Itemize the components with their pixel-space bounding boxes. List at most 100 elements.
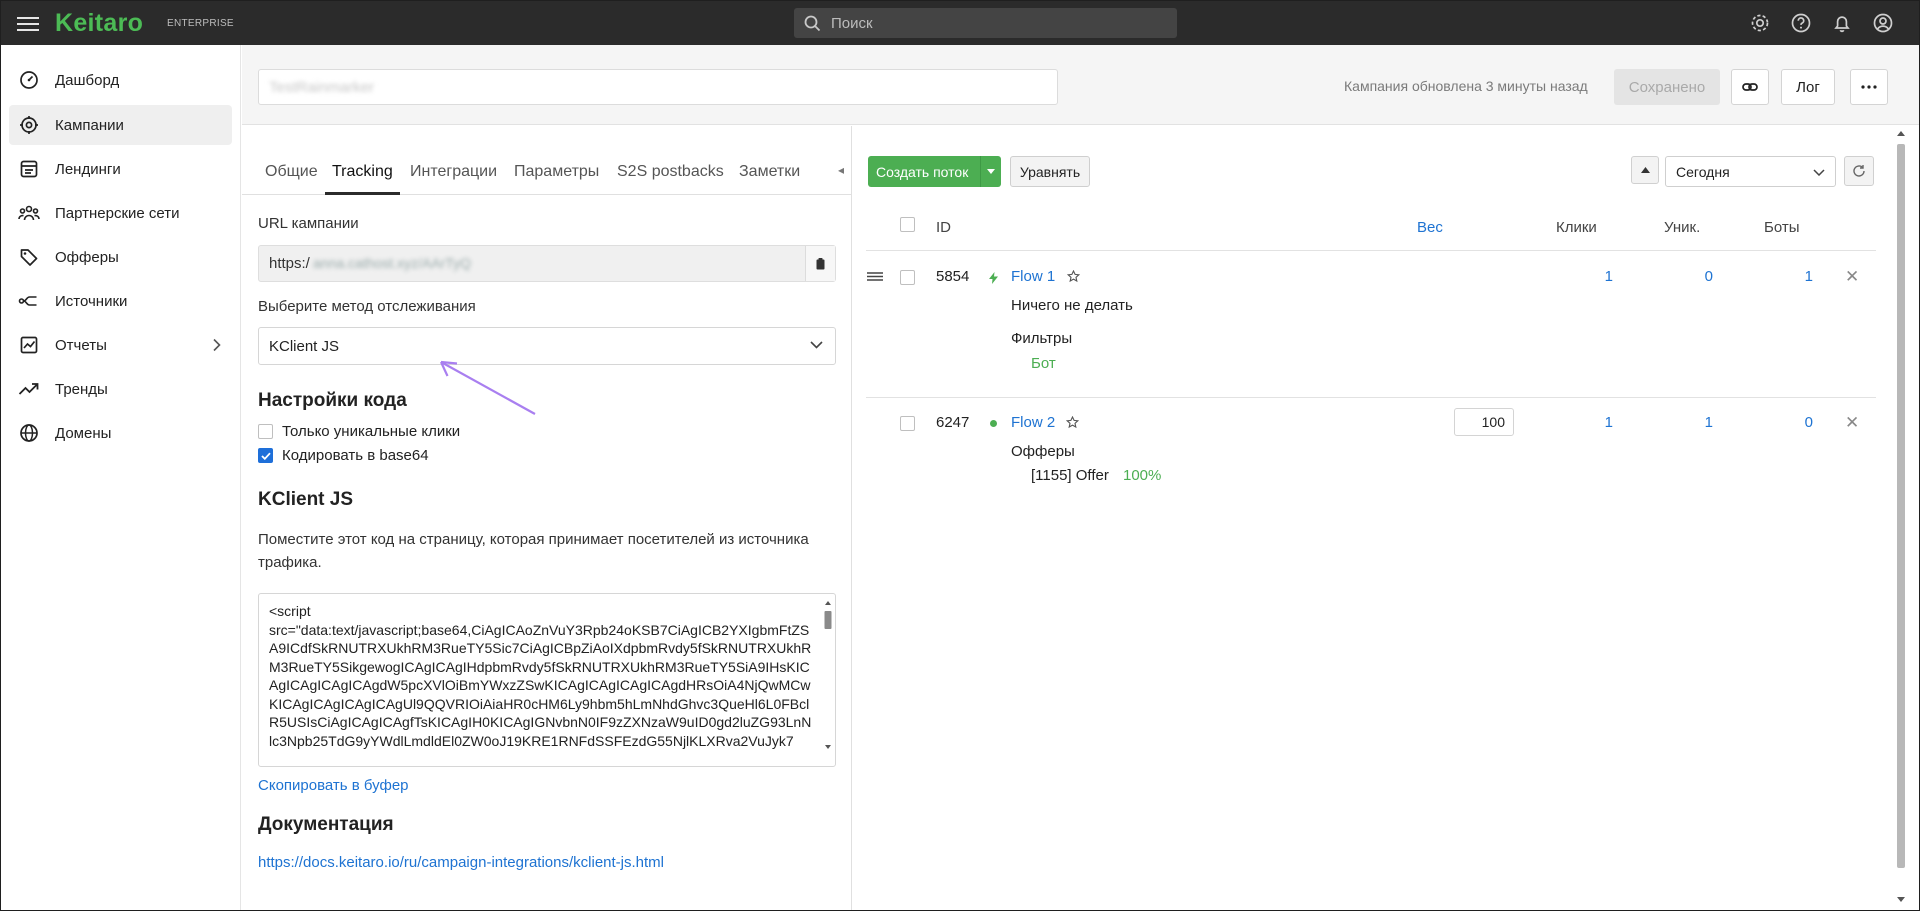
- sidebar-item-trends[interactable]: Тренды: [9, 369, 232, 409]
- menu-icon[interactable]: [17, 13, 39, 33]
- filter-item: Бот: [1031, 355, 1056, 372]
- collapse-button[interactable]: [1631, 156, 1659, 184]
- row-checkbox[interactable]: [900, 270, 915, 285]
- flow-name-link[interactable]: Flow 1: [1011, 268, 1055, 285]
- sidebar-item-label: Источники: [55, 292, 128, 310]
- link-icon: [1742, 83, 1758, 91]
- app-window: Keitaro ENTERPRISE Поиск Дашборд Кампани…: [0, 0, 1920, 911]
- partners-icon: [18, 202, 40, 224]
- date-range-select[interactable]: Сегодня: [1665, 156, 1836, 187]
- campaigns-icon: [18, 114, 40, 136]
- active-tab-indicator: [325, 192, 400, 195]
- code-textarea[interactable]: <script src="data:text/javascript;base64…: [258, 593, 836, 767]
- url-rest: anna.cathost.xyz/AArTyQ: [313, 255, 471, 271]
- create-flow-dropdown[interactable]: [980, 156, 1001, 187]
- flow-weight-input[interactable]: 100: [1454, 408, 1514, 436]
- code-scrollbar[interactable]: [823, 598, 833, 754]
- campaign-name-input[interactable]: TestRainmarker: [258, 69, 1058, 105]
- date-range-value: Сегодня: [1676, 164, 1730, 180]
- flow-bots[interactable]: 0: [1773, 414, 1813, 431]
- star-icon[interactable]: [1067, 270, 1080, 283]
- refresh-icon: [1853, 165, 1865, 177]
- kclient-description: Поместите этот код на страницу, которая …: [258, 531, 809, 571]
- tab-s2s-postbacks[interactable]: S2S postbacks: [617, 163, 724, 181]
- create-flow-button[interactable]: Создать поток: [868, 156, 1001, 187]
- sidebar-item-label: Лендинги: [55, 160, 121, 178]
- tabs-bar: Общие Tracking Интеграции Параметры S2S …: [242, 151, 852, 195]
- flow-section-title: Офферы: [1011, 443, 1075, 460]
- link-button[interactable]: [1731, 69, 1769, 105]
- brand-logo[interactable]: Keitaro: [55, 9, 143, 38]
- base64-row[interactable]: Кодировать в base64: [258, 447, 429, 464]
- search-input[interactable]: Поиск: [794, 8, 1177, 38]
- page-scrollbar[interactable]: [1894, 126, 1908, 911]
- flow-name-link[interactable]: Flow 2: [1011, 414, 1055, 431]
- settings-icon[interactable]: [1748, 11, 1772, 35]
- unique-clicks-row[interactable]: Только уникальные клики: [258, 423, 460, 440]
- saved-button[interactable]: Сохранено: [1614, 69, 1720, 105]
- sidebar-item-label: Офферы: [55, 248, 119, 266]
- search-icon: [804, 15, 821, 31]
- campaign-url-field[interactable]: https:/ anna.cathost.xyz/AArTyQ: [258, 245, 836, 282]
- tracking-method-select[interactable]: KClient JS: [258, 327, 836, 365]
- column-clicks[interactable]: Клики: [1556, 219, 1597, 236]
- sidebar-item-campaigns[interactable]: Кампании: [9, 105, 232, 145]
- column-id[interactable]: ID: [936, 219, 951, 236]
- flow-bots[interactable]: 1: [1773, 268, 1813, 285]
- column-weight[interactable]: Вес: [1417, 219, 1443, 236]
- top-bar: Keitaro ENTERPRISE Поиск: [1, 1, 1919, 45]
- tab-general[interactable]: Общие: [265, 163, 318, 181]
- tab-notes[interactable]: Заметки: [739, 163, 800, 181]
- delete-flow-icon[interactable]: ✕: [1845, 413, 1859, 433]
- campaign-header: TestRainmarker Кампания обновлена 3 мину…: [242, 45, 1919, 125]
- sidebar-item-partners[interactable]: Партнерские сети: [9, 193, 232, 233]
- sidebar-item-sources[interactable]: Источники: [9, 281, 232, 321]
- star-icon[interactable]: [1066, 416, 1079, 429]
- more-button[interactable]: [1850, 69, 1888, 105]
- column-unique[interactable]: Уник.: [1664, 219, 1700, 236]
- flow-clicks[interactable]: 1: [1573, 414, 1613, 431]
- log-button[interactable]: Лог: [1781, 69, 1835, 105]
- campaign-name-value: TestRainmarker: [269, 79, 375, 96]
- flow-section-title: Фильтры: [1011, 330, 1073, 347]
- help-icon[interactable]: [1789, 11, 1813, 35]
- tab-parameters[interactable]: Параметры: [514, 163, 599, 181]
- row-checkbox[interactable]: [900, 416, 915, 431]
- dashboard-icon: [18, 69, 40, 91]
- chevron-right-icon: [213, 338, 221, 352]
- sidebar-item-offers[interactable]: Офферы: [9, 237, 232, 277]
- caret-up-icon: [1640, 167, 1650, 173]
- sidebar-item-reports[interactable]: Отчеты: [9, 325, 232, 365]
- bell-icon[interactable]: [1830, 11, 1854, 35]
- header-divider: [866, 250, 1876, 251]
- unique-clicks-checkbox[interactable]: [258, 424, 273, 439]
- sidebar-item-label: Дашборд: [55, 71, 120, 89]
- status-dot-icon: [990, 420, 997, 427]
- bolt-icon: [989, 272, 998, 284]
- delete-flow-icon[interactable]: ✕: [1845, 267, 1859, 287]
- documentation-link[interactable]: https://docs.keitaro.io/ru/campaign-inte…: [258, 854, 664, 871]
- drag-handle-icon[interactable]: [867, 272, 883, 281]
- sidebar-item-landings[interactable]: Лендинги: [9, 149, 232, 189]
- sidebar-item-domains[interactable]: Домены: [9, 413, 232, 453]
- tab-tracking[interactable]: Tracking: [332, 163, 393, 181]
- column-bots[interactable]: Боты: [1764, 219, 1800, 236]
- user-icon[interactable]: [1871, 11, 1895, 35]
- code-settings-title: Настройки кода: [258, 390, 407, 411]
- select-all-checkbox[interactable]: [900, 217, 915, 232]
- refresh-button[interactable]: [1844, 156, 1874, 186]
- tab-integrations[interactable]: Интеграции: [410, 163, 497, 181]
- clipboard-icon: [816, 257, 825, 269]
- copy-url-button[interactable]: [805, 246, 835, 281]
- trends-icon: [18, 378, 40, 400]
- flow-clicks[interactable]: 1: [1573, 268, 1613, 285]
- flow-unique[interactable]: 1: [1673, 414, 1713, 431]
- align-button[interactable]: Уравнять: [1010, 156, 1090, 187]
- copy-to-clipboard-link[interactable]: Скопировать в буфер: [258, 777, 409, 794]
- tracking-method-value: KClient JS: [269, 338, 340, 355]
- base64-checkbox[interactable]: [258, 448, 273, 463]
- tabs-scroll-left-icon[interactable]: ◂: [838, 163, 844, 177]
- flow-unique[interactable]: 0: [1673, 268, 1713, 285]
- sidebar-item-label: Кампании: [55, 116, 124, 134]
- sidebar-item-dashboard[interactable]: Дашборд: [9, 60, 232, 100]
